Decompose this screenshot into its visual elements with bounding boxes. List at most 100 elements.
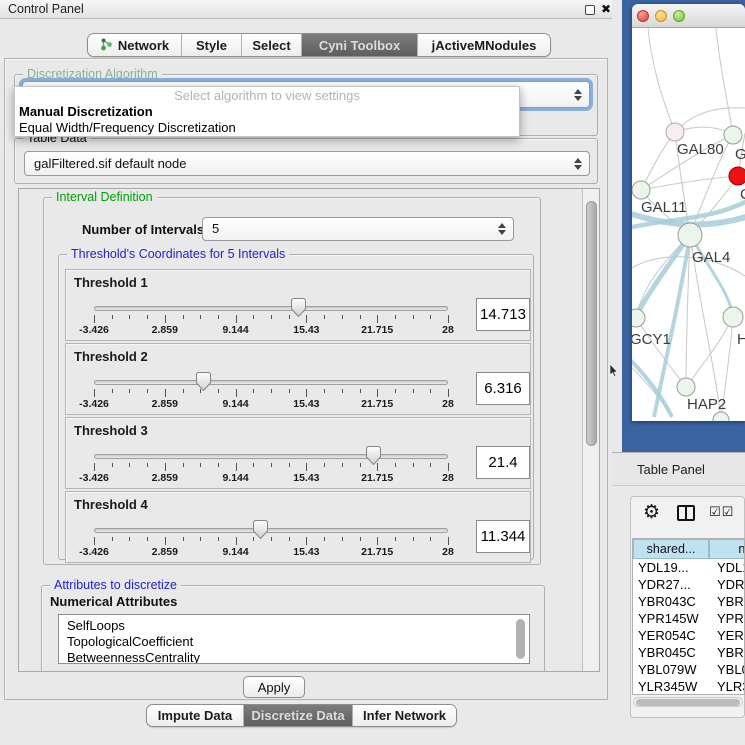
threshold-label: Threshold 4 [74, 497, 148, 512]
zoom-traffic-light[interactable] [673, 10, 685, 22]
threshold-value-field[interactable]: 6.316 [476, 372, 530, 405]
attribute-item[interactable]: TopologicalCoefficient [59, 634, 529, 650]
combo-value: 5 [212, 221, 219, 236]
numerical-attributes-list[interactable]: SelfLoopsTopologicalCoefficientBetweenne… [58, 614, 530, 664]
network-node[interactable] [632, 181, 650, 199]
network-node[interactable] [723, 307, 743, 327]
combo-value: galFiltered.sif default node [34, 156, 186, 171]
node-label: H [737, 331, 745, 348]
tab-network[interactable]: Network [88, 34, 181, 56]
table-row[interactable]: YLR345WYLR345W [633, 678, 744, 695]
tab-style[interactable]: Style [181, 34, 241, 56]
table-data-combo[interactable]: galFiltered.sif default node [24, 151, 590, 176]
vertical-scrollbar[interactable] [582, 189, 600, 672]
node-attribute-table[interactable]: shared... name YDL19...YDL19...YDR27...Y… [632, 538, 745, 695]
algorithm-popup: Select algorithm to view settings Manual… [14, 86, 520, 137]
network-window-titlebar[interactable] [632, 4, 745, 28]
interval-definition-group: Interval Definition Number of Intervals … [43, 197, 541, 565]
scrollbar-thumb[interactable] [586, 201, 597, 446]
attribute-item[interactable]: SelfLoops [59, 618, 529, 634]
slider-thumb[interactable] [253, 520, 268, 539]
thresholds-group: Threshold's Coordinates for 5 Intervals … [58, 254, 534, 560]
combo-arrows-icon [498, 223, 506, 235]
tab-discretize-data[interactable]: Discretize Data [243, 705, 352, 726]
tab-label: Network [118, 38, 169, 53]
group-title: Threshold's Coordinates for 5 Intervals [67, 247, 289, 261]
control-panel-titlebar: Control Panel ✖ [0, 0, 612, 19]
network-node[interactable] [666, 123, 684, 141]
table-row[interactable]: YBL079WYBL079W [633, 661, 744, 678]
group-title: Discretization Algorithm [23, 67, 162, 81]
slider-track[interactable] [94, 454, 448, 459]
slider-track[interactable] [94, 380, 448, 385]
tab-cyni-toolbox[interactable]: Cyni Toolbox [301, 34, 417, 56]
slider-thumb[interactable] [366, 446, 381, 465]
network-canvas[interactable]: GAL80GACGAL11GAL4GCY1HHAP2 [632, 28, 745, 421]
number-of-intervals-combo[interactable]: 5 [202, 217, 514, 241]
slider-track[interactable] [94, 528, 448, 533]
network-node[interactable] [729, 167, 745, 185]
minimize-traffic-light[interactable] [655, 10, 667, 22]
network-node[interactable] [678, 223, 702, 247]
list-scrollbar[interactable] [516, 619, 525, 659]
column-header-name[interactable]: name [709, 539, 745, 559]
settings-scrollpane: Interval Definition Number of Intervals … [18, 188, 600, 672]
threshold-value-field[interactable]: 14.713 [476, 298, 530, 331]
table-row[interactable]: YPR145WYPR145W [633, 610, 744, 627]
popup-hint: Select algorithm to view settings [15, 87, 519, 104]
tab-infer-network[interactable]: Infer Network [352, 705, 456, 726]
top-tab-bar: Network Style Select Cyni Toolbox jActiv… [87, 33, 551, 57]
node-label: GAL80 [677, 141, 724, 158]
table-row[interactable]: YDR27...YDR27... [633, 576, 744, 593]
tab-impute-data[interactable]: Impute Data [147, 705, 243, 726]
table-row[interactable]: YBR043CYBR043C [633, 593, 744, 610]
popup-item-equal-width[interactable]: Equal Width/Frequency Discretization [15, 120, 519, 136]
number-of-intervals-label: Number of Intervals [82, 222, 204, 237]
tab-label: Impute Data [158, 708, 232, 723]
slider-ticks [94, 537, 448, 546]
checkbox-icons[interactable]: ☑☑ [709, 504, 734, 520]
node-label: HAP2 [687, 396, 726, 413]
threshold-panel: Threshold 2 -3.4262.8599.14415.4321.7152… [65, 343, 531, 415]
table-panel-title: Table Panel [637, 462, 705, 477]
table-row[interactable]: YER054CYER054C [633, 627, 744, 644]
tab-jactivemnodules[interactable]: jActiveMNodules [417, 34, 550, 56]
slider-thumb[interactable] [291, 298, 306, 317]
network-node[interactable] [713, 412, 729, 421]
tab-label: Discretize Data [251, 708, 344, 723]
scrollbar-thumb[interactable] [636, 699, 740, 706]
gear-icon[interactable]: ⚙ [643, 501, 660, 524]
column-header-shared-name[interactable]: shared... [633, 539, 709, 559]
node-label: GA [735, 146, 745, 163]
panel-title: Control Panel [8, 2, 84, 16]
network-node[interactable] [724, 126, 742, 144]
bottom-tab-bar: Impute Data Discretize Data Infer Networ… [146, 704, 457, 727]
table-row[interactable]: YDL19...YDL19... [633, 559, 744, 576]
threshold-value-field[interactable]: 21.4 [476, 446, 530, 479]
slider-thumb[interactable] [196, 372, 211, 391]
apply-button[interactable]: Apply [243, 676, 305, 698]
attribute-item[interactable]: BetweennessCentrality [59, 650, 529, 664]
slider-ticks [94, 463, 448, 472]
threshold-label: Threshold 3 [74, 423, 148, 438]
slider-track[interactable] [94, 306, 448, 311]
threshold-label: Threshold 1 [74, 275, 148, 290]
node-label: GAL4 [692, 249, 730, 266]
tab-select[interactable]: Select [241, 34, 301, 56]
threshold-value-field[interactable]: 11.344 [476, 520, 530, 553]
popup-item-manual-discretization[interactable]: Manual Discretization [15, 104, 519, 120]
table-row[interactable]: YBR045CYBR045C [633, 644, 744, 661]
float-window-icon[interactable] [585, 5, 595, 15]
numerical-attributes-label: Numerical Attributes [50, 594, 177, 609]
threshold-label: Threshold 2 [74, 349, 148, 364]
attr-items: SelfLoopsTopologicalCoefficientBetweenne… [59, 615, 529, 664]
network-node[interactable] [677, 378, 695, 396]
horizontal-scrollbar[interactable] [633, 697, 743, 707]
network-node[interactable] [632, 309, 645, 327]
slider-ticks [94, 389, 448, 398]
screen: Control Panel ✖ Network Style Select Cyn… [0, 0, 745, 745]
close-icon[interactable]: ✖ [601, 2, 611, 16]
close-traffic-light[interactable] [637, 10, 649, 22]
network-window: GAL80GACGAL11GAL4GCY1HHAP2 [632, 4, 745, 421]
columns-icon[interactable] [677, 505, 695, 521]
